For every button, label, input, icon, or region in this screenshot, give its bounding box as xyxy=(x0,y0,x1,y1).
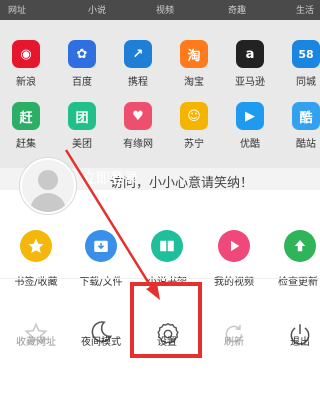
annotation-arrow xyxy=(64,149,160,300)
